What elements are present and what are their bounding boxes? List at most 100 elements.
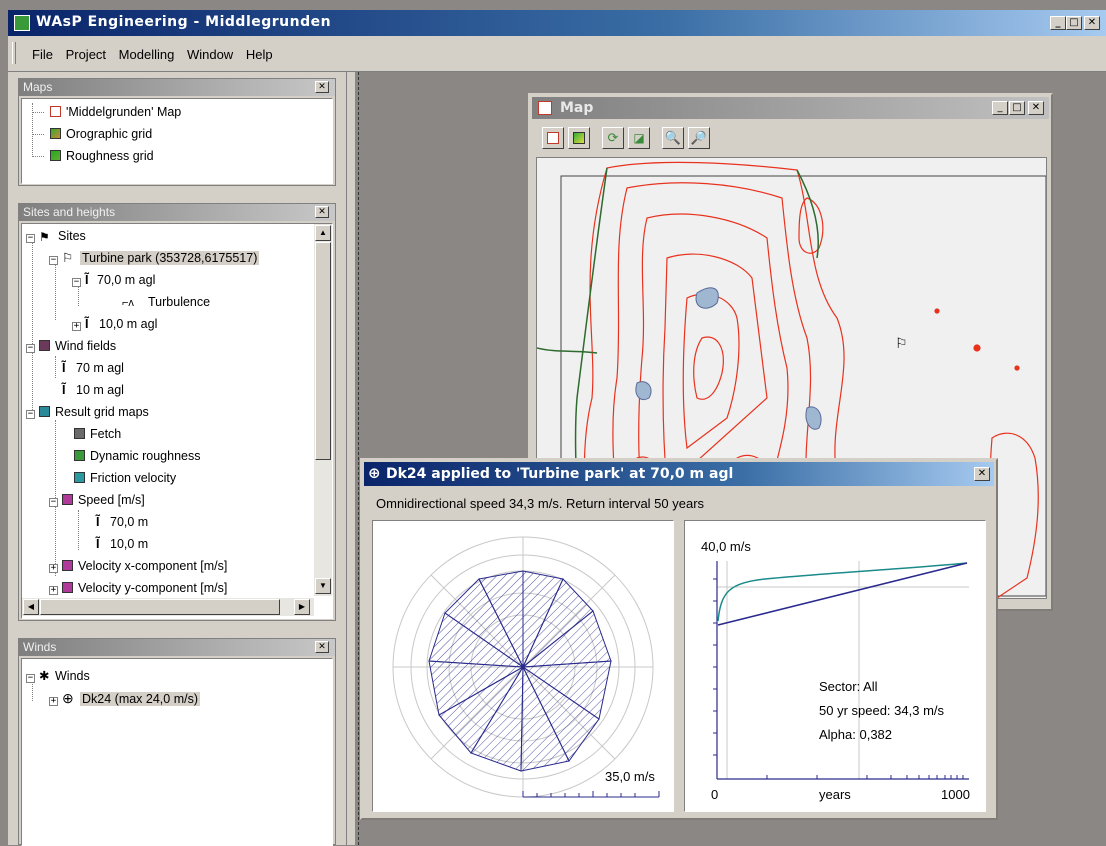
menu-modelling[interactable]: Modelling — [119, 47, 175, 62]
rose-scale-label: 35,0 m/s — [605, 769, 655, 784]
height-icon: Ĩ — [85, 273, 89, 287]
map-view-button[interactable] — [542, 127, 564, 149]
plot-x-end: 1000 — [941, 787, 970, 802]
tree-item-speed-70[interactable]: Ĩ 70,0 m — [96, 513, 148, 531]
app-icon — [14, 15, 30, 31]
tree-item-sites[interactable]: − ⚑ Sites — [26, 227, 86, 245]
scroll-thumb[interactable] — [315, 242, 331, 460]
chart-button[interactable]: ◪ — [628, 127, 650, 149]
grid-icon — [74, 450, 85, 461]
collapse-toggle[interactable]: − — [49, 256, 58, 265]
flag-icon: ⚐ — [62, 251, 74, 265]
result-maps-icon — [39, 406, 50, 417]
plot-x-label: years — [819, 787, 851, 802]
app-title-bar: WAsP Engineering - Middlegrunden _ □ ✕ — [8, 10, 1106, 36]
zoom-in-button[interactable]: 🔍 — [662, 127, 684, 149]
refresh-button[interactable]: ⟳ — [602, 127, 624, 149]
app-close-button[interactable]: ✕ — [1084, 16, 1100, 30]
turbulence-icon: ⌐ᴧ — [122, 297, 134, 309]
maps-tree: 'Middelgrunden' Map Orographic grid Roug… — [21, 98, 333, 184]
sites-panel-close-button[interactable]: ✕ — [315, 206, 329, 218]
map-close-button[interactable]: ✕ — [1028, 101, 1044, 115]
scroll-left-button[interactable]: ◀ — [23, 599, 39, 615]
tree-item-winds[interactable]: − ✱ Winds — [26, 667, 90, 685]
menu-bar: File Project Modelling Window Help — [8, 36, 1106, 72]
scroll-right-button[interactable]: ▶ — [294, 599, 310, 615]
scroll-up-button[interactable]: ▲ — [315, 225, 331, 241]
tree-item-velocity-x[interactable]: + Velocity x-component [m/s] — [49, 557, 227, 575]
scroll-hthumb[interactable] — [40, 599, 280, 615]
collapse-toggle[interactable]: − — [72, 278, 81, 287]
collapse-toggle[interactable]: − — [26, 674, 35, 683]
app-minimize-button[interactable]: _ — [1050, 16, 1066, 30]
tree-item-friction-velocity[interactable]: Friction velocity — [74, 469, 176, 487]
expand-toggle[interactable]: + — [49, 564, 58, 573]
collapse-toggle[interactable]: − — [49, 498, 58, 507]
sites-vscrollbar[interactable]: ▲ ▼ — [314, 224, 332, 596]
tree-item-wind-70[interactable]: Ĩ 70 m agl — [62, 359, 124, 377]
grid-icon — [74, 428, 85, 439]
grid-icon — [62, 582, 73, 593]
app-title: WAsP Engineering - Middlegrunden — [36, 14, 332, 30]
sites-icon: ⚑ — [39, 230, 50, 244]
tree-item-turbulence[interactable]: ⌐ᴧ Turbulence — [122, 293, 210, 312]
scroll-down-button[interactable]: ▼ — [315, 578, 331, 594]
turbine-site-marker: ⚐ — [895, 335, 908, 351]
height-icon: Ĩ — [85, 317, 89, 331]
expand-toggle[interactable]: + — [72, 322, 81, 331]
tree-item-orographic-grid[interactable]: Orographic grid — [50, 125, 152, 143]
maps-panel-close-button[interactable]: ✕ — [315, 81, 329, 93]
dk24-close-button[interactable]: ✕ — [974, 467, 990, 481]
winds-panel-title: Winds — [19, 639, 335, 656]
grid-icon — [50, 150, 61, 161]
tree-item-dynamic-roughness[interactable]: Dynamic roughness — [74, 447, 200, 465]
tree-item-turbine-park[interactable]: − ⚐ Turbine park (353728,6175517) — [49, 249, 260, 267]
menu-window[interactable]: Window — [187, 47, 233, 62]
dk24-title-bar: ⊕ Dk24 applied to 'Turbine park' at 70,0… — [364, 462, 994, 486]
sites-panel-title: Sites and heights — [19, 204, 335, 221]
sites-hscrollbar[interactable]: ◀ ▶ — [22, 598, 314, 616]
tree-item-result-grid-maps[interactable]: − Result grid maps — [26, 403, 149, 421]
wind-rose-icon: ⊕ — [368, 464, 381, 482]
maps-panel: Maps ✕ 'Middelgrunden' Map Orographic gr… — [18, 78, 336, 186]
return-period-plot — [713, 561, 969, 780]
winds-tree: − ✱ Winds + ⊕ Dk24 (max 24,0 m/s) — [21, 658, 333, 846]
expand-toggle[interactable]: + — [49, 586, 58, 595]
tree-item-height-70[interactable]: − Ĩ 70,0 m agl — [72, 271, 155, 289]
tree-item-velocity-y[interactable]: + Velocity y-component [m/s] — [49, 579, 227, 597]
map-minimize-button[interactable]: _ — [992, 101, 1008, 115]
height-icon: Ĩ — [62, 383, 66, 397]
menu-help[interactable]: Help — [246, 47, 273, 62]
plot-info-sector: Sector: All — [819, 679, 878, 694]
height-icon: Ĩ — [62, 361, 66, 375]
collapse-toggle[interactable]: − — [26, 410, 35, 419]
tree-item-speed-10[interactable]: Ĩ 10,0 m — [96, 535, 148, 553]
maps-panel-title: Maps — [19, 79, 335, 96]
rose-sectors — [428, 570, 612, 772]
tree-item-roughness-grid[interactable]: Roughness grid — [50, 147, 154, 165]
orography-view-button[interactable] — [568, 127, 590, 149]
expand-toggle[interactable]: + — [49, 697, 58, 706]
menu-file[interactable]: File — [32, 47, 53, 62]
map-window-title: Map — [560, 100, 594, 116]
tree-item-wind-10[interactable]: Ĩ 10 m agl — [62, 381, 124, 399]
dk24-window: ⊕ Dk24 applied to 'Turbine park' at 70,0… — [360, 458, 998, 820]
tree-item-fetch[interactable]: Fetch — [74, 425, 121, 443]
rose-scale-bar — [522, 791, 660, 798]
tree-item-speed[interactable]: − Speed [m/s] — [49, 491, 145, 509]
menu-project[interactable]: Project — [66, 47, 106, 62]
sites-tree: ▲ ▼ ◀ ▶ − ⚑ Sites − ⚐ Turbine park (353728,6… — [21, 223, 333, 619]
map-maximize-button[interactable]: □ — [1009, 101, 1025, 115]
tree-item-dk24[interactable]: + ⊕ Dk24 (max 24,0 m/s) — [49, 689, 201, 708]
grid-icon — [62, 560, 73, 571]
winds-panel-close-button[interactable]: ✕ — [315, 641, 329, 653]
map-toolbar: ⟳ ◪ 🔍 🔎 — [534, 125, 1044, 151]
tree-item-wind-fields[interactable]: − Wind fields — [26, 337, 116, 355]
zoom-out-button[interactable]: 🔎 — [688, 127, 710, 149]
tree-item-height-10[interactable]: + Ĩ 10,0 m agl — [72, 315, 157, 333]
collapse-toggle[interactable]: − — [26, 234, 35, 243]
tree-item-map[interactable]: 'Middelgrunden' Map — [50, 103, 181, 121]
collapse-toggle[interactable]: − — [26, 344, 35, 353]
app-maximize-button[interactable]: □ — [1066, 16, 1082, 30]
map-icon — [538, 101, 552, 115]
